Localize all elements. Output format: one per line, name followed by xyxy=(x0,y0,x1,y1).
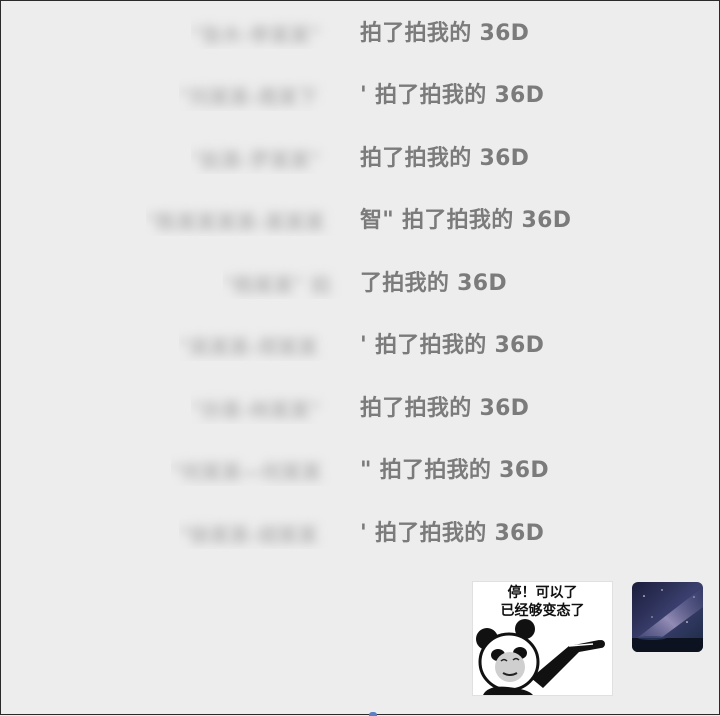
pat-message: ' 拍了拍我的 36D xyxy=(360,325,544,361)
blurred-name: "孙某-林某某" xyxy=(191,388,359,424)
pat-message-text: 拍了拍我的 36D xyxy=(360,396,530,421)
pat-message-text: ' 拍了拍我的 36D xyxy=(360,521,545,546)
blurred-name: "陈某某某某-某某某 xyxy=(146,200,359,236)
blurred-name: "杨某某" 拍 xyxy=(223,263,359,299)
scroll-indicator xyxy=(369,712,377,716)
pat-message-text: 智" 拍了拍我的 36D xyxy=(360,208,572,233)
pat-message: ' 拍了拍我的 36D xyxy=(360,75,544,111)
starry-night-avatar-icon[interactable] xyxy=(632,582,703,652)
pat-message: 拍了拍我的 36D xyxy=(360,13,529,49)
blurred-name: "张木-李某某" xyxy=(191,13,359,49)
pat-message: 拍了拍我的 36D xyxy=(360,388,529,424)
pat-message: 智" 拍了拍我的 36D xyxy=(360,200,571,236)
blurred-name: "何某某—何某某 xyxy=(171,450,359,486)
blurred-name: "赵某-罗某某" xyxy=(191,138,359,174)
pat-message: 了拍我的 36D xyxy=(360,263,507,299)
pat-message-text: 拍了拍我的 36D xyxy=(360,146,530,171)
pat-message: 拍了拍我的 36D xyxy=(360,138,529,174)
panda-meme-sticker[interactable]: 停！可以了 已经够变态了 xyxy=(472,581,613,696)
pat-message: ' 拍了拍我的 36D xyxy=(360,513,544,549)
avatar-image xyxy=(632,582,703,652)
chat-window: "张木-李某某" 拍了拍我的 36D "刘某某-周某下 ' 拍了拍我的 36D … xyxy=(0,0,720,716)
panda-face-icon xyxy=(476,619,605,695)
blurred-name: "刘某某-周某下 xyxy=(179,75,359,111)
pat-message-text: 了拍我的 36D xyxy=(360,271,507,296)
blurred-name: "徐某某-胡某某 xyxy=(179,513,359,549)
pat-message: " 拍了拍我的 36D xyxy=(360,450,549,486)
blurred-name: "吴某某-郑某某 xyxy=(179,325,359,361)
pat-message-text: ' 拍了拍我的 36D xyxy=(360,333,545,358)
pat-message-text: " 拍了拍我的 36D xyxy=(360,458,549,483)
pat-message-text: ' 拍了拍我的 36D xyxy=(360,83,545,108)
pat-message-text: 拍了拍我的 36D xyxy=(360,21,530,46)
